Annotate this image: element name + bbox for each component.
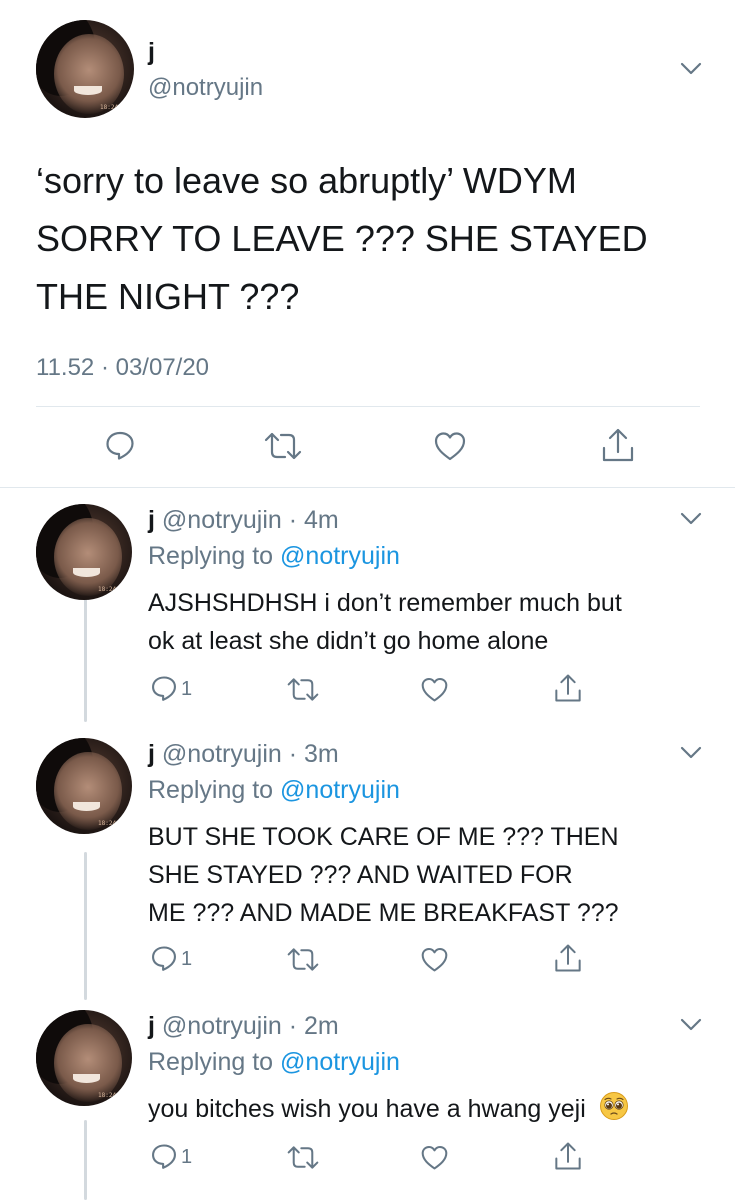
retweet-icon[interactable] — [286, 676, 320, 703]
like-icon[interactable] — [433, 430, 467, 462]
reply-handle-time[interactable]: @notryujin · 3m — [162, 740, 339, 768]
reply-count: 1 — [181, 948, 193, 970]
reply-handle-time[interactable]: @notryujin · 4m — [162, 506, 339, 534]
main-tweet-text: ‘sorry to leave so abruptly’ WDYM SORRY … — [36, 152, 648, 326]
replying-to-label: Replying to — [148, 542, 274, 570]
reply-avatar[interactable]: 18:24 — [36, 1010, 132, 1106]
chevron-down-icon[interactable] — [680, 746, 702, 760]
like-icon[interactable] — [420, 676, 449, 703]
reply-text-line: SHE STAYED ??? AND WAITED FOR — [148, 861, 573, 889]
replying-to-link[interactable]: @notryujin — [280, 776, 400, 804]
pleading-face-icon — [599, 1091, 629, 1132]
thread-line — [84, 852, 87, 1000]
reply-icon[interactable] — [104, 429, 136, 461]
thread-line — [84, 1120, 87, 1200]
reply-text: you bitches wish you have a hwang yeji — [148, 1090, 629, 1132]
like-icon[interactable] — [420, 946, 449, 973]
reply-text-line: ME ??? AND MADE ME BREAKFAST ??? — [148, 899, 619, 927]
main-divider — [36, 406, 700, 407]
reply-icon[interactable] — [150, 674, 178, 702]
reply-header: j @notryujin · 3m — [148, 740, 339, 769]
main-display-name[interactable]: j — [148, 38, 155, 67]
thread-line — [84, 598, 87, 722]
retweet-icon[interactable] — [286, 1144, 320, 1171]
replying-to-label: Replying to — [148, 776, 274, 804]
chevron-down-icon[interactable] — [680, 62, 702, 76]
reply-text-line: AJSHSHDHSH i don’t remember much but — [148, 589, 622, 617]
retweet-icon[interactable] — [286, 946, 320, 973]
main-handle[interactable]: @notryujin — [148, 74, 263, 102]
main-text-line: SORRY TO LEAVE ??? SHE STAYED — [36, 218, 648, 259]
reply-icon[interactable] — [150, 944, 178, 972]
reply-avatar[interactable]: 18:24 — [36, 738, 132, 834]
like-icon[interactable] — [420, 1144, 449, 1171]
share-icon[interactable] — [553, 1140, 583, 1172]
reply-text-line: ok at least she didn’t go home alone — [148, 627, 549, 655]
replying-to-line: Replying to @notryujin — [148, 1048, 400, 1077]
reply-display-name[interactable]: j — [148, 506, 155, 534]
reply-header: j @notryujin · 2m — [148, 1012, 339, 1041]
reply-icon[interactable] — [150, 1142, 178, 1170]
replying-to-line: Replying to @notryujin — [148, 776, 400, 805]
reply-text: BUT SHE TOOK CARE OF ME ??? THEN SHE STA… — [148, 818, 619, 932]
share-icon[interactable] — [553, 672, 583, 704]
reply-text-line: you bitches wish you have a hwang yeji — [148, 1095, 586, 1123]
reply-text: AJSHSHDHSH i don’t remember much but ok … — [148, 584, 622, 660]
main-text-line: THE NIGHT ??? — [36, 276, 300, 317]
reply-header: j @notryujin · 4m — [148, 506, 339, 535]
reply-display-name[interactable]: j — [148, 740, 155, 768]
main-text-line: ‘sorry to leave so abruptly’ WDYM — [36, 160, 577, 201]
main-avatar[interactable]: 18:24 — [36, 20, 134, 118]
reply-count: 1 — [181, 1146, 193, 1168]
share-icon[interactable] — [553, 942, 583, 974]
replying-to-label: Replying to — [148, 1048, 274, 1076]
share-icon[interactable] — [600, 426, 636, 464]
replying-to-line: Replying to @notryujin — [148, 542, 400, 571]
replying-to-link[interactable]: @notryujin — [280, 542, 400, 570]
reply-text-line: BUT SHE TOOK CARE OF ME ??? THEN — [148, 823, 619, 851]
retweet-icon[interactable] — [263, 430, 303, 462]
reply-count: 1 — [181, 678, 193, 700]
replying-to-link[interactable]: @notryujin — [280, 1048, 400, 1076]
chevron-down-icon[interactable] — [680, 1018, 702, 1032]
reply-avatar[interactable]: 18:24 — [36, 504, 132, 600]
chevron-down-icon[interactable] — [680, 512, 702, 526]
main-timestamp[interactable]: 11.52 · 03/07/20 — [36, 354, 209, 382]
reply-display-name[interactable]: j — [148, 1012, 155, 1040]
section-divider — [0, 487, 735, 488]
reply-handle-time[interactable]: @notryujin · 2m — [162, 1012, 339, 1040]
